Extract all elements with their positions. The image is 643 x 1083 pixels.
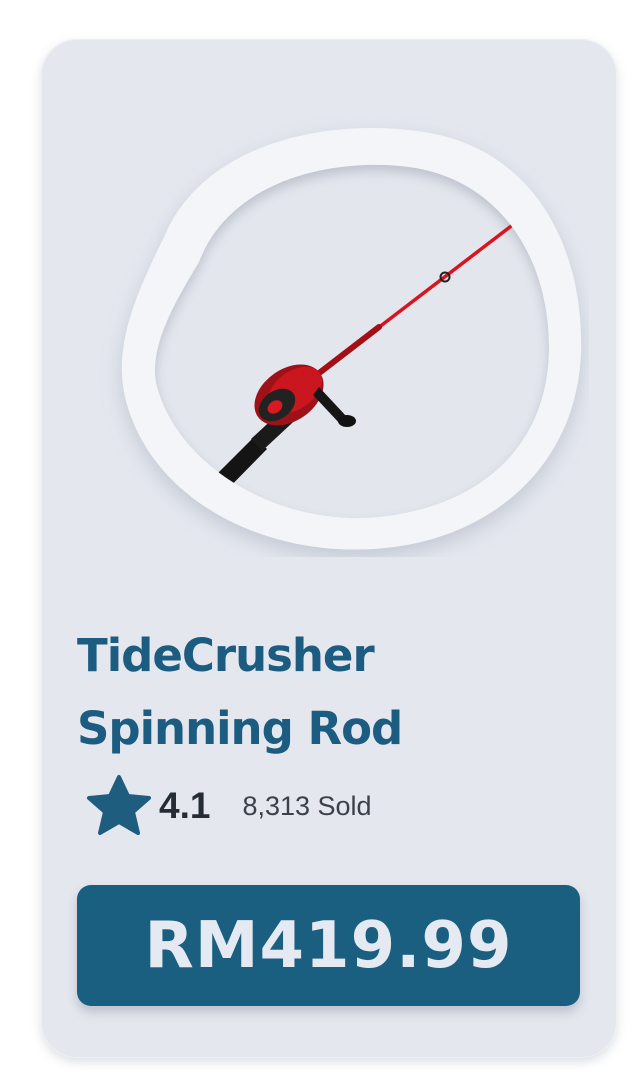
price-button[interactable]: RM419.99 — [77, 885, 580, 1006]
product-title-line2: Spinning Rod — [77, 702, 403, 755]
sold-count: 8,313 Sold — [242, 790, 372, 821]
rating-value: 4.1 — [159, 785, 211, 826]
product-title: TideCrusher Spinning Rod — [77, 619, 597, 765]
product-image-frame — [79, 87, 589, 557]
rating-row: 4.1 8,313 Sold — [85, 775, 372, 837]
product-card[interactable]: TideCrusher Spinning Rod 4.1 8,313 Sold … — [41, 39, 617, 1058]
product-image — [121, 127, 582, 550]
product-title-line1: TideCrusher — [77, 629, 375, 682]
star-icon — [87, 775, 151, 835]
